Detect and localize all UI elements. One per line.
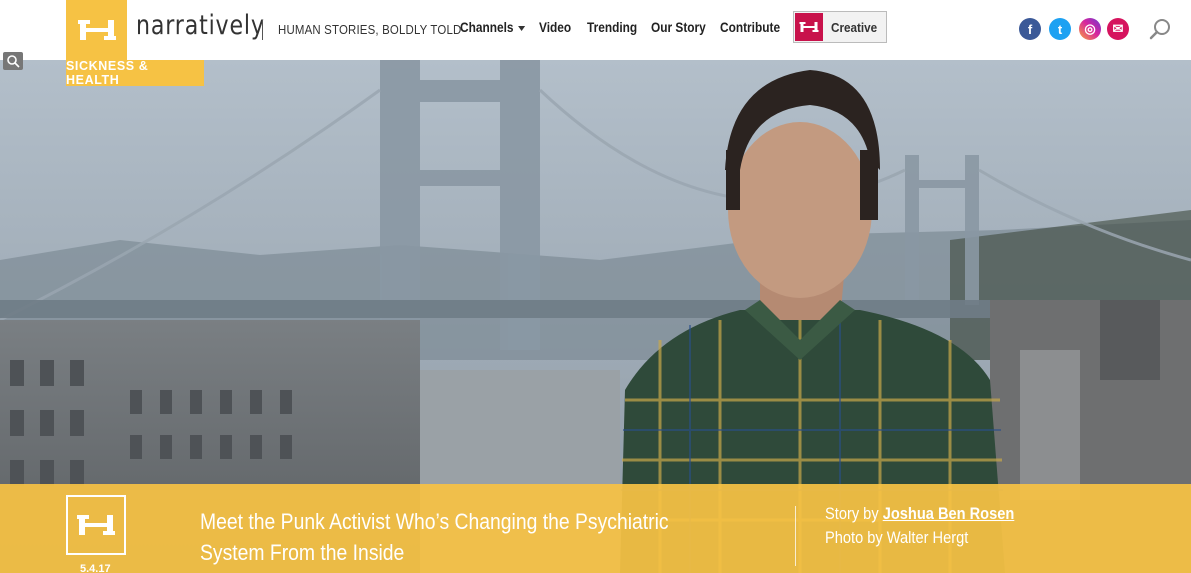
search-icon[interactable] — [1148, 17, 1172, 41]
nav-channels-label: Channels — [460, 20, 514, 35]
zoom-icon[interactable] — [3, 52, 23, 70]
facebook-icon[interactable]: f — [1019, 18, 1041, 40]
photo-credit: Photo by Walter Hergt — [825, 528, 969, 547]
article-credits: Story by Joshua Ben Rosen Photo by Walte… — [825, 502, 1014, 550]
chevron-down-icon — [517, 25, 525, 31]
section-tag[interactable]: SICKNESS & HEALTH — [66, 59, 204, 87]
instagram-icon[interactable]: ◎ — [1079, 18, 1101, 40]
article-title: Meet the Punk Activist Who’s Changing th… — [200, 509, 669, 565]
logo-mark-icon — [77, 20, 116, 40]
nav-contribute[interactable]: Contribute — [720, 20, 780, 35]
nav-our-story[interactable]: Our Story — [651, 20, 706, 35]
twitter-icon[interactable]: t — [1049, 18, 1071, 40]
email-icon[interactable]: ✉ — [1107, 18, 1129, 40]
story-prefix: Story by — [825, 504, 883, 523]
nav-video[interactable]: Video — [539, 20, 571, 35]
creative-logo-icon — [795, 13, 823, 41]
nav-channels[interactable]: Channels — [460, 20, 525, 35]
article-info-bar: 5.4.17 Meet the Punk Activist Who’s Chan… — [0, 484, 1191, 573]
creative-button[interactable]: Creative — [793, 11, 887, 43]
brand-name[interactable]: narratively — [136, 10, 265, 41]
header-divider — [262, 20, 263, 40]
credits-divider — [795, 506, 796, 566]
creative-label: Creative — [831, 19, 878, 35]
article-date: 5.4.17 — [80, 563, 111, 573]
story-credit: Story by Joshua Ben Rosen — [825, 502, 1014, 526]
nav-trending[interactable]: Trending — [587, 20, 637, 35]
author-link[interactable]: Joshua Ben Rosen — [883, 504, 1015, 523]
tagline: HUMAN STORIES, BOLDLY TOLD — [278, 22, 462, 37]
narratively-emblem-icon — [66, 495, 126, 555]
narratively-logo[interactable] — [66, 0, 127, 60]
site-header: narratively HUMAN STORIES, BOLDLY TOLD C… — [0, 0, 1191, 60]
